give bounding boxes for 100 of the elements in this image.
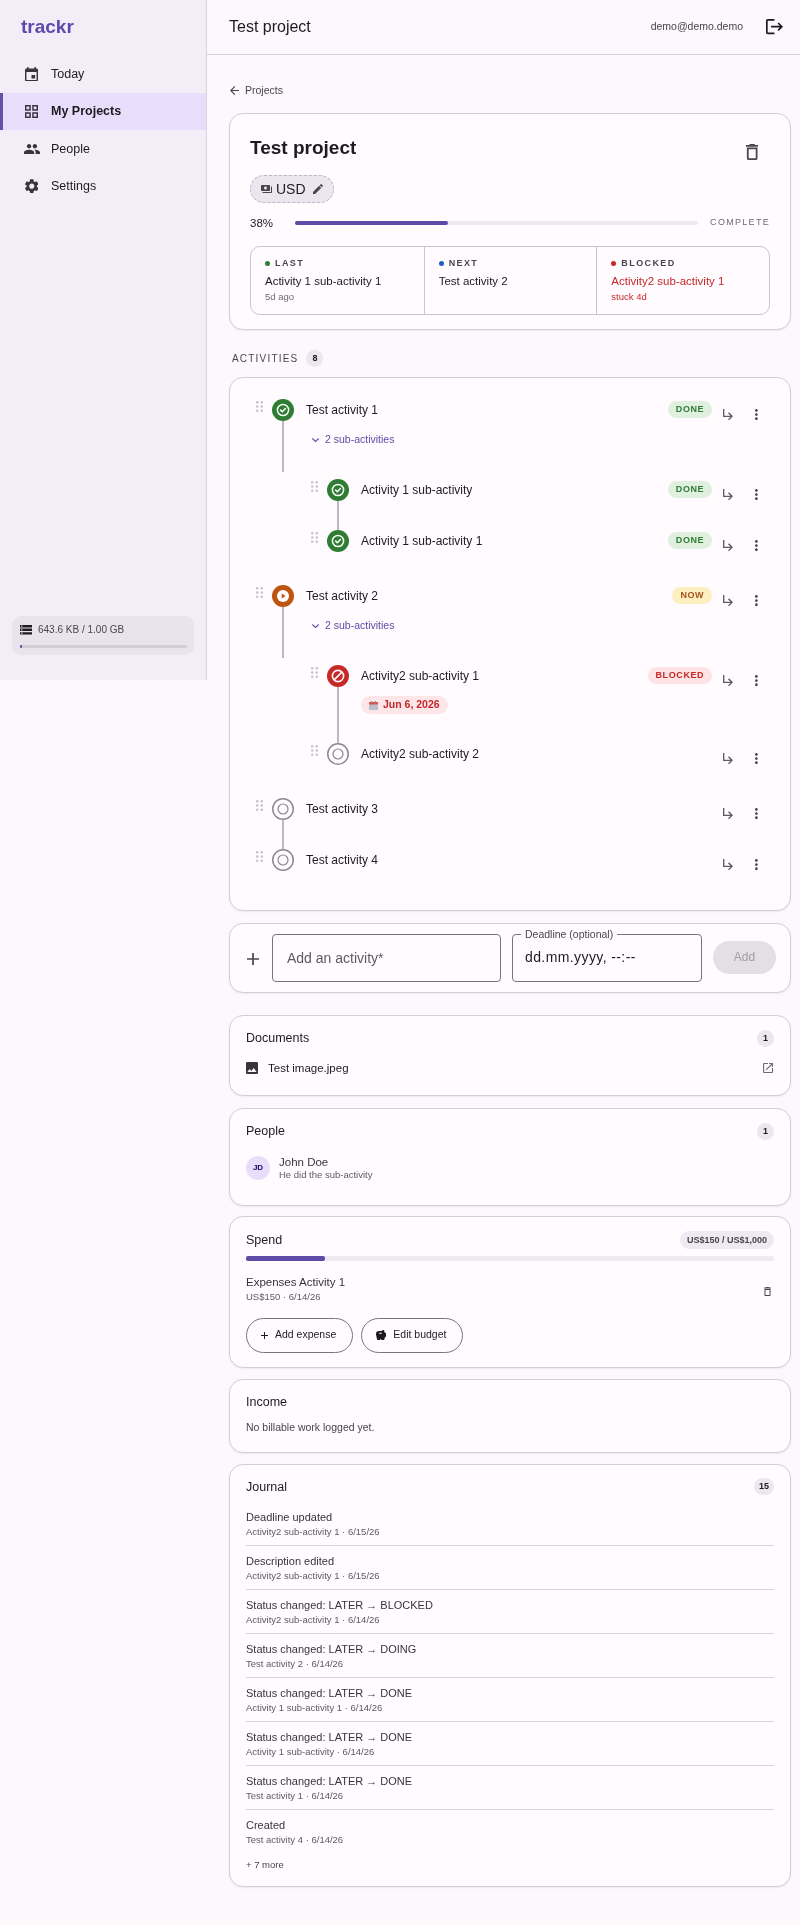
back-link[interactable]: Projects xyxy=(230,82,283,98)
pencil-icon xyxy=(312,184,323,194)
settings-icon xyxy=(24,179,39,194)
timeline-line xyxy=(282,421,284,472)
card-title: Spend xyxy=(246,1232,283,1249)
section-heading: ACTIVITIES xyxy=(232,351,299,365)
journal-entry-detail: Test activity 2 · 6/14/26 xyxy=(246,1656,345,1670)
subtasks-toggle[interactable]: 2 sub-activities xyxy=(306,616,399,636)
storage-usage: 643.6 KB / 1.00 GB xyxy=(38,623,125,637)
nav-item[interactable]: My Projects xyxy=(0,92,206,130)
budget-pill: US$150 / US$1,000 xyxy=(679,1231,774,1249)
card-title: Documents xyxy=(246,1030,310,1047)
more-icon[interactable] xyxy=(755,489,758,501)
nav-item[interactable]: People xyxy=(0,130,206,168)
drag-handle-icon[interactable] xyxy=(311,532,318,543)
chevron-icon xyxy=(312,437,319,443)
empty-circle-icon[interactable] xyxy=(272,798,294,820)
calendar-icon xyxy=(25,66,39,81)
corner-arrow-icon[interactable] xyxy=(723,859,734,871)
drag-handle-icon[interactable] xyxy=(311,745,318,756)
banknote-icon xyxy=(261,185,272,193)
plus-icon xyxy=(261,1331,268,1339)
currency-chip[interactable]: USD xyxy=(250,175,334,203)
corner-arrow-icon[interactable] xyxy=(723,595,734,607)
journal-entry-detail: Test activity 1 · 6/14/26 xyxy=(246,1788,345,1802)
drag-handle-icon[interactable] xyxy=(311,481,318,492)
nav-item[interactable]: Settings xyxy=(0,167,206,205)
person-name: John Doe xyxy=(279,1155,330,1169)
count-pill: 1 xyxy=(757,1122,774,1140)
corner-arrow-icon[interactable] xyxy=(723,675,734,687)
piggy-bank-icon xyxy=(375,1330,387,1341)
corner-arrow-icon[interactable] xyxy=(723,808,734,820)
corner-arrow-icon[interactable] xyxy=(723,489,734,501)
journal-entry-title: Status changed: LATER → DONE xyxy=(246,1685,414,1701)
more-icon[interactable] xyxy=(755,859,758,871)
timeline-line xyxy=(337,501,339,530)
empty-circle-icon[interactable] xyxy=(272,849,294,871)
highlight-activity: Test activity 2 xyxy=(438,274,509,288)
journal-entry-title: Created xyxy=(246,1817,287,1833)
activity-title: Test activity 3 xyxy=(306,801,379,818)
highlight-label: NEXT xyxy=(448,258,479,268)
delete-icon[interactable] xyxy=(745,144,758,160)
drag-handle-icon[interactable] xyxy=(256,800,263,811)
journal-entry-detail: Activity2 sub-activity 1 · 6/14/26 xyxy=(246,1612,381,1626)
open-external-icon[interactable] xyxy=(763,1063,773,1073)
logout-icon[interactable] xyxy=(766,19,783,35)
deadline-field[interactable]: Deadline (optional) dd.mm.yyyy, --:-- xyxy=(512,928,702,982)
activity-title: Activity 1 sub-activity 1 xyxy=(361,533,483,550)
timeline-line xyxy=(282,820,284,849)
corner-arrow-icon[interactable] xyxy=(723,753,734,765)
journal-entry-detail: Activity 1 sub-activity · 6/14/26 xyxy=(246,1744,376,1758)
more-icon[interactable] xyxy=(755,540,758,552)
progress-percent: 38% xyxy=(250,215,275,231)
timeline-line xyxy=(282,607,284,658)
corner-arrow-icon[interactable] xyxy=(723,540,734,552)
journal-entry-detail: Test activity 4 · 6/14/26 xyxy=(246,1832,345,1846)
plus-icon xyxy=(247,953,259,965)
drag-handle-icon[interactable] xyxy=(256,851,263,862)
corner-arrow-icon[interactable] xyxy=(723,409,734,421)
drag-handle-icon[interactable] xyxy=(256,587,263,598)
activity-title: Activity2 sub-activity 2 xyxy=(361,746,480,763)
highlight-label: LAST xyxy=(275,258,305,268)
drag-handle-icon[interactable] xyxy=(311,667,318,678)
app-logo: trackr xyxy=(21,17,74,37)
status-tag: DONE xyxy=(667,481,713,499)
subtasks-toggle[interactable]: 2 sub-activities xyxy=(306,430,399,450)
page-title: Test project xyxy=(229,17,311,37)
card-title: Income xyxy=(246,1393,287,1411)
status-tag: DONE xyxy=(667,401,713,419)
drag-handle-icon[interactable] xyxy=(256,401,263,412)
blocked-circle-icon[interactable] xyxy=(327,665,349,687)
more-icon[interactable] xyxy=(755,409,758,421)
more-icon[interactable] xyxy=(755,675,758,687)
expense-name: Expenses Activity 1 xyxy=(246,1275,346,1290)
journal-entry-title: Deadline updated xyxy=(246,1509,334,1525)
check-circle-icon[interactable] xyxy=(327,479,349,501)
activity-title: Test activity 1 xyxy=(306,402,379,419)
play-circle-icon[interactable] xyxy=(272,585,294,607)
more-icon[interactable] xyxy=(755,595,758,607)
back-arrow-icon xyxy=(230,85,239,95)
journal-entry-title: Status changed: LATER → DOING xyxy=(246,1641,418,1657)
highlight-note: stuck 4d xyxy=(611,291,648,303)
more-icon[interactable] xyxy=(755,753,758,765)
chevron-icon xyxy=(312,623,319,629)
count-pill: 8 xyxy=(306,349,324,367)
journal-entry-title: Status changed: LATER → BLOCKED xyxy=(246,1597,434,1613)
journal-entry-detail: Activity2 sub-activity 1 · 6/15/26 xyxy=(246,1568,381,1582)
check-circle-icon[interactable] xyxy=(272,399,294,421)
progress-label: COMPLETE xyxy=(710,217,770,229)
activity-name-field[interactable]: Add an activity* xyxy=(272,934,501,982)
delete-icon[interactable] xyxy=(764,1286,771,1296)
highlight-note: 5d ago xyxy=(265,291,296,303)
more-icon[interactable] xyxy=(755,808,758,820)
empty-circle-icon[interactable] xyxy=(327,743,349,765)
nav-item[interactable]: Today xyxy=(0,55,206,93)
more-link[interactable]: + 7 more xyxy=(246,1857,284,1872)
highlight-activity: Activity 1 sub-activity 1 xyxy=(265,274,383,288)
activity-title: Test activity 4 xyxy=(306,852,379,869)
check-circle-icon[interactable] xyxy=(327,530,349,552)
document-link[interactable]: Test image.jpeg xyxy=(268,1060,349,1076)
